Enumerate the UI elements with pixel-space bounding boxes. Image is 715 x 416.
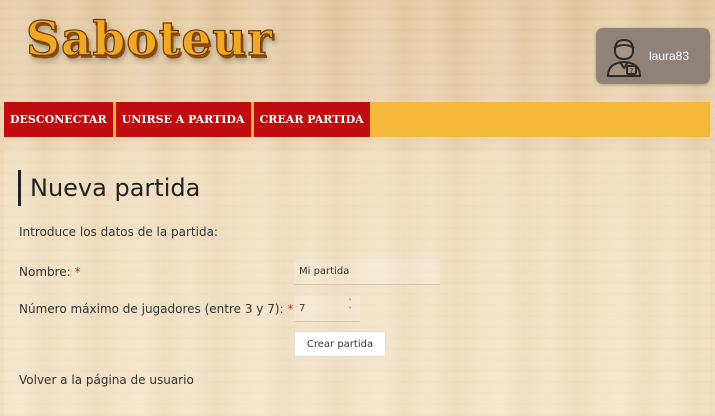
name-label: Nombre: * bbox=[19, 265, 81, 279]
svg-text:?: ? bbox=[630, 67, 634, 75]
header: Saboteur ? laura83 bbox=[0, 0, 715, 100]
user-menu[interactable]: ? laura83 bbox=[596, 28, 710, 84]
required-mark: * bbox=[287, 302, 294, 316]
main-navbar: DESCONECTAR UNIRSE A PARTIDA CREAR PARTI… bbox=[4, 102, 710, 137]
create-game-button[interactable]: Crear partida bbox=[294, 331, 386, 357]
saboteur-logo[interactable]: Saboteur bbox=[25, 11, 273, 67]
back-to-user-page-link[interactable]: Volver a la página de usuario bbox=[19, 373, 194, 387]
game-name-input[interactable] bbox=[294, 259, 440, 285]
number-stepper[interactable]: ˄ ˅ bbox=[345, 299, 355, 319]
main-content: Nueva partida Introduce los datos de la … bbox=[4, 150, 710, 416]
stepper-down-icon[interactable]: ˅ bbox=[348, 306, 352, 315]
name-label-text: Nombre: bbox=[19, 265, 71, 279]
form-intro: Introduce los datos de la partida: bbox=[19, 225, 218, 239]
page-title: Nueva partida bbox=[18, 170, 200, 206]
players-label-text: Número máximo de jugadores (entre 3 y 7)… bbox=[19, 302, 284, 316]
nav-join-game[interactable]: UNIRSE A PARTIDA bbox=[115, 102, 254, 137]
user-avatar-icon: ? bbox=[604, 34, 644, 78]
required-mark: * bbox=[74, 265, 81, 279]
nav-create-game[interactable]: CREAR PARTIDA bbox=[253, 102, 373, 137]
username[interactable]: laura83 bbox=[649, 49, 689, 63]
nav-disconnect[interactable]: DESCONECTAR bbox=[4, 102, 116, 137]
players-label: Número máximo de jugadores (entre 3 y 7)… bbox=[19, 302, 293, 316]
